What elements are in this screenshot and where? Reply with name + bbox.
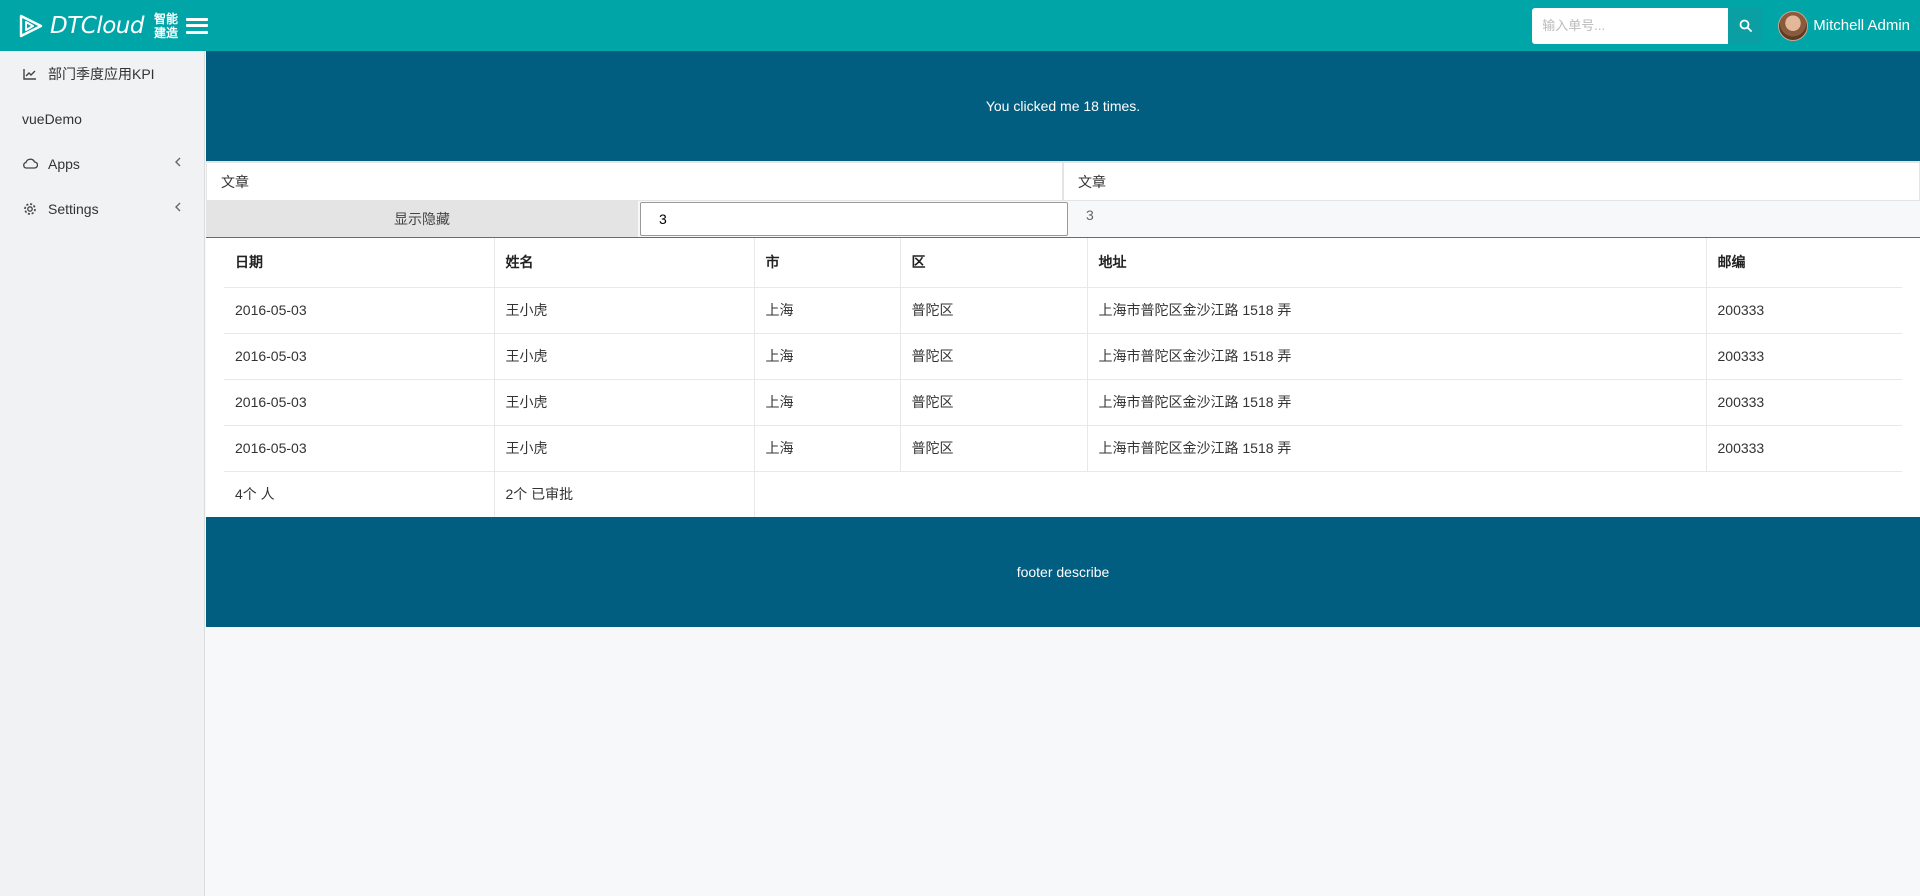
table-row[interactable]: 2016-05-03 王小虎 上海 普陀区 上海市普陀区金沙江路 1518 弄 … bbox=[224, 379, 1902, 426]
cell-name: 王小虎 bbox=[494, 379, 755, 426]
avatar bbox=[1778, 10, 1809, 41]
data-table: 日期 姓名 市 区 地址 邮编 2016-05-03 王小虎 上海 普陀区 上海… bbox=[224, 238, 1902, 517]
gear-icon bbox=[22, 201, 38, 217]
table-header-row: 日期 姓名 市 区 地址 邮编 bbox=[224, 238, 1902, 288]
brand-name: DTCloud bbox=[50, 12, 144, 39]
cell-zip: 200333 bbox=[1706, 379, 1902, 426]
table-row[interactable]: 2016-05-03 王小虎 上海 普陀区 上海市普陀区金沙江路 1518 弄 … bbox=[224, 425, 1902, 472]
column-header-zip[interactable]: 邮编 bbox=[1706, 238, 1902, 288]
cell-city: 上海 bbox=[754, 425, 901, 472]
sidebar-item-vuedemo[interactable]: vueDemo bbox=[0, 96, 204, 141]
show-hide-button[interactable]: 显示隐藏 bbox=[206, 201, 638, 237]
article-column-right: 文章 bbox=[1063, 162, 1920, 201]
cloud-icon bbox=[22, 156, 38, 172]
top-navbar: DTCloud 智能 建造 Mitchell Admin bbox=[0, 0, 1920, 51]
brand-subtitle: 智能 建造 bbox=[154, 12, 178, 40]
table-summary-row: 4个 人 2个 已审批 bbox=[224, 471, 1902, 517]
summary-empty-cell bbox=[754, 471, 1902, 517]
chevron-left-icon bbox=[175, 202, 181, 212]
cell-district: 普陀区 bbox=[900, 379, 1088, 426]
data-table-container: 日期 姓名 市 区 地址 邮编 2016-05-03 王小虎 上海 普陀区 上海… bbox=[206, 237, 1920, 517]
column-header-district[interactable]: 区 bbox=[900, 238, 1088, 288]
table-row[interactable]: 2016-05-03 王小虎 上海 普陀区 上海市普陀区金沙江路 1518 弄 … bbox=[224, 333, 1902, 380]
cell-address: 上海市普陀区金沙江路 1518 弄 bbox=[1087, 287, 1707, 334]
cell-city: 上海 bbox=[754, 333, 901, 380]
line-chart-icon bbox=[22, 66, 38, 82]
article-columns: 文章 文章 bbox=[206, 161, 1920, 201]
search-input[interactable] bbox=[1532, 7, 1729, 44]
cell-zip: 200333 bbox=[1706, 425, 1902, 472]
cell-date: 2016-05-03 bbox=[224, 425, 495, 472]
cell-date: 2016-05-03 bbox=[224, 287, 495, 334]
cell-district: 普陀区 bbox=[900, 287, 1088, 334]
article-label: 文章 bbox=[1078, 173, 1106, 190]
cell-name: 王小虎 bbox=[494, 287, 755, 334]
article-column-left: 文章 bbox=[206, 162, 1063, 201]
summary-people-count: 4个 人 bbox=[224, 471, 495, 517]
sidebar-item-label: 部门季度应用KPI bbox=[48, 65, 155, 82]
order-search bbox=[1532, 7, 1763, 44]
cell-address: 上海市普陀区金沙江路 1518 弄 bbox=[1087, 333, 1707, 380]
cell-name: 王小虎 bbox=[494, 333, 755, 380]
cell-address: 上海市普陀区金沙江路 1518 弄 bbox=[1087, 379, 1707, 426]
column-header-city[interactable]: 市 bbox=[754, 238, 901, 288]
footer-text: footer describe bbox=[1016, 564, 1110, 580]
cell-district: 普陀区 bbox=[900, 333, 1088, 380]
user-menu[interactable]: Mitchell Admin bbox=[1778, 10, 1910, 41]
cell-city: 上海 bbox=[754, 287, 901, 334]
table-row[interactable]: 2016-05-03 王小虎 上海 普陀区 上海市普陀区金沙江路 1518 弄 … bbox=[224, 287, 1902, 334]
main-content: You clicked me 18 times. 文章 文章 显示隐藏 3 日期… bbox=[206, 51, 1920, 627]
toggle-row: 显示隐藏 3 bbox=[206, 201, 1920, 237]
click-counter-text: You clicked me 18 times. bbox=[985, 98, 1141, 114]
number-display: 3 bbox=[1086, 207, 1094, 223]
cell-district: 普陀区 bbox=[900, 425, 1088, 472]
chevron-left-icon bbox=[175, 157, 181, 167]
cell-address: 上海市普陀区金沙江路 1518 弄 bbox=[1087, 425, 1707, 472]
cell-city: 上海 bbox=[754, 379, 901, 426]
click-counter-banner[interactable]: You clicked me 18 times. bbox=[206, 51, 1920, 161]
sidebar-item-label: Settings bbox=[48, 200, 99, 217]
sidebar-item-kpi[interactable]: 部门季度应用KPI bbox=[0, 51, 204, 96]
article-label: 文章 bbox=[221, 173, 249, 190]
summary-approved-count: 2个 已审批 bbox=[494, 471, 755, 517]
search-button[interactable] bbox=[1728, 7, 1763, 44]
brand[interactable]: DTCloud 智能 建造 bbox=[18, 12, 178, 40]
sidebar-item-settings[interactable]: Settings bbox=[0, 186, 204, 231]
sidebar-item-label: Apps bbox=[48, 155, 80, 172]
search-icon bbox=[1739, 19, 1752, 32]
brand-logo-icon bbox=[19, 14, 43, 37]
number-input[interactable] bbox=[640, 202, 1068, 236]
cell-date: 2016-05-03 bbox=[224, 379, 495, 426]
page-footer: footer describe bbox=[206, 517, 1920, 627]
sidebar: 部门季度应用KPI vueDemo Apps Settings bbox=[0, 51, 205, 896]
cell-zip: 200333 bbox=[1706, 333, 1902, 380]
brand-subtitle-bottom: 建造 bbox=[153, 25, 178, 40]
column-header-date[interactable]: 日期 bbox=[224, 238, 495, 288]
menu-toggle-icon[interactable] bbox=[185, 17, 208, 34]
cell-date: 2016-05-03 bbox=[224, 333, 495, 380]
cell-zip: 200333 bbox=[1706, 287, 1902, 334]
sidebar-item-label: vueDemo bbox=[22, 110, 82, 127]
user-name: Mitchell Admin bbox=[1813, 17, 1910, 34]
sidebar-item-apps[interactable]: Apps bbox=[0, 141, 204, 186]
column-header-address[interactable]: 地址 bbox=[1087, 238, 1707, 288]
cell-name: 王小虎 bbox=[494, 425, 755, 472]
column-header-name[interactable]: 姓名 bbox=[494, 238, 755, 288]
brand-subtitle-top: 智能 bbox=[153, 11, 178, 26]
